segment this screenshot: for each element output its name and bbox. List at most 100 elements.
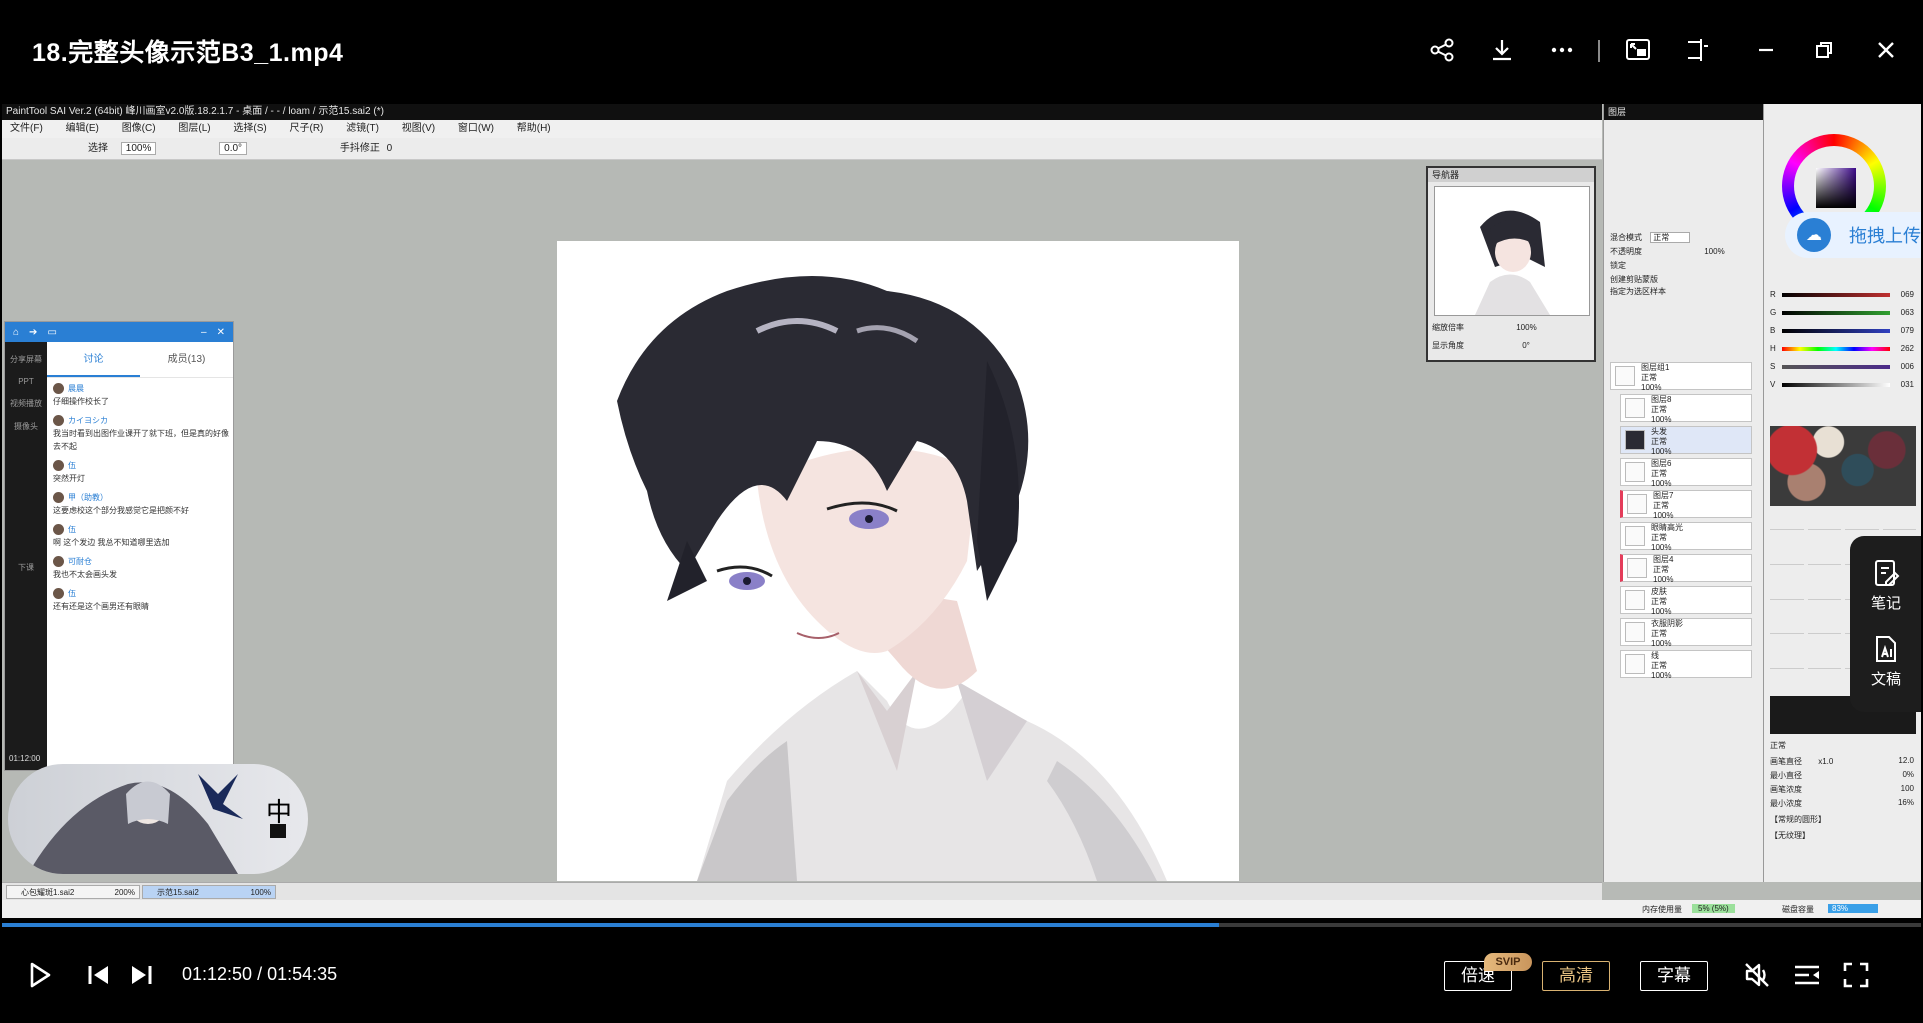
layer-name: 图层4 <box>1653 555 1674 564</box>
brush-density-value[interactable]: 100 <box>1901 784 1914 793</box>
color-slider-s[interactable]: S 006 <box>1770 362 1916 372</box>
brush-slot[interactable] <box>1807 618 1841 635</box>
brush-slot[interactable] <box>1770 618 1804 635</box>
saturation-value-square[interactable] <box>1816 168 1856 208</box>
disk-usage-value: 83% <box>1828 904 1879 913</box>
sai-menu-edit: 编辑(E) <box>65 123 99 134</box>
color-swatch-palette[interactable] <box>1770 426 1916 506</box>
pin-window-icon[interactable] <box>1676 30 1716 70</box>
layer-item[interactable]: 图层6 正常 100% <box>1620 458 1752 488</box>
color-slider-h[interactable]: H 262 <box>1770 344 1916 354</box>
tab-members[interactable]: 成员(13) <box>140 342 233 377</box>
chat-forward-icon[interactable]: ➔ <box>29 327 37 338</box>
drag-upload-button[interactable]: ☁ 拖拽上传 <box>1785 212 1921 258</box>
brush-min-size-value[interactable]: 0% <box>1902 770 1914 779</box>
layer-mode: 正常 <box>1651 661 1667 670</box>
clip-mask-checkbox[interactable]: 创建剪贴蒙版 <box>1610 275 1658 284</box>
fullscreen-button[interactable] <box>1842 955 1870 995</box>
blend-mode-select[interactable]: 正常 <box>1650 232 1691 243</box>
layer-item[interactable]: 衣服阴影 正常 100% <box>1620 618 1752 648</box>
title-bar-divider <box>1598 40 1600 62</box>
video-frame[interactable]: PaintTool SAI Ver.2 (64bit) 峰川画室v2.0版.18… <box>2 104 1921 918</box>
chat-user: 伍 <box>68 461 76 470</box>
layer-group[interactable]: 图层组1 正常 100% <box>1610 362 1752 392</box>
chat-message: カイヨシカ 我当时看到出图作业课开了就下班，但是真的好像去不起 <box>53 414 229 453</box>
more-icon[interactable] <box>1542 30 1582 70</box>
chat-close-icon[interactable]: ✕ <box>217 327 225 338</box>
brush-min-size-label: 最小直径 <box>1770 771 1802 780</box>
slider-label: S <box>1770 362 1776 371</box>
brush-size-scale[interactable]: x1.0 <box>1818 757 1833 766</box>
draft-button[interactable]: 文稿 <box>1850 634 1921 689</box>
layer-item[interactable]: 线正常 100% <box>1620 650 1752 680</box>
brush-slot[interactable] <box>1770 653 1804 670</box>
share-icon[interactable] <box>1422 30 1462 70</box>
layers-panel-title: 图层 <box>1604 104 1763 120</box>
layer-item[interactable]: 皮肤 正常 100% <box>1620 586 1752 616</box>
brush-slot[interactable] <box>1807 549 1841 565</box>
sai-menu-bar: 文件(F) 编辑(E) 图像(C) 图层(L) 选择(S) 尺子(R) 滤镜(T… <box>2 120 1602 138</box>
brush-shape-select[interactable]: 【常规的圆形】 <box>1770 814 1916 825</box>
layer-mode: 正常 <box>1651 405 1667 414</box>
color-slider-r[interactable]: R 069 <box>1770 290 1916 300</box>
slider-value: 079 <box>1900 326 1914 335</box>
blend-mode-row: 混合模式 正常 <box>1610 232 1756 243</box>
minimize-icon[interactable] <box>1746 30 1786 70</box>
chat-user: 甲（助教） <box>68 493 108 502</box>
close-icon[interactable] <box>1866 30 1906 70</box>
brush-slot[interactable] <box>1882 514 1916 530</box>
video-play-button[interactable]: 视频播放 <box>5 398 47 409</box>
brush-slot[interactable] <box>1807 653 1841 670</box>
brush-slot[interactable] <box>1807 514 1841 530</box>
camera-button[interactable]: 摄像头 <box>5 421 47 432</box>
avatar <box>53 460 64 471</box>
disk-usage-label: 磁盘容量 <box>1782 905 1814 914</box>
restore-icon[interactable] <box>1804 30 1844 70</box>
brush-slot[interactable] <box>1770 584 1804 600</box>
sai-menu-view: 视图(V) <box>401 123 436 134</box>
file-tab-active[interactable]: 示范15.sai2 100% <box>142 885 276 899</box>
brush-slot[interactable] <box>1770 549 1804 565</box>
layer-name: 头发 <box>1651 427 1667 436</box>
brush-slot[interactable] <box>1807 584 1841 600</box>
brush-size-value[interactable]: 12.0 <box>1898 756 1914 765</box>
layer-item[interactable]: 图层8 正常 100% <box>1620 394 1752 424</box>
file-tab[interactable]: 心包耀斑1.sai2 200% <box>6 885 140 899</box>
chat-user: 伍 <box>68 525 76 534</box>
next-button[interactable] <box>128 955 154 995</box>
download-icon[interactable] <box>1482 30 1522 70</box>
brush-mode-select[interactable]: 正常 <box>1770 741 1786 750</box>
chat-message: 甲（助教） 这要虑校这个部分我感觉它是把颜不好 <box>53 491 229 517</box>
layer-name: 图层8 <box>1651 395 1672 404</box>
layer-item-selected[interactable]: 头发 正常 100% <box>1620 426 1752 456</box>
sai-menu-window: 窗口(W) <box>457 123 494 134</box>
selection-source-checkbox[interactable]: 指定为选区样本 <box>1610 287 1666 296</box>
share-screen-button[interactable]: 分享屏幕 <box>5 354 47 365</box>
notes-button[interactable]: 笔记 <box>1850 558 1921 613</box>
play-button[interactable] <box>28 955 52 995</box>
brush-slot[interactable] <box>1770 514 1804 530</box>
chat-minimize-icon[interactable]: – <box>201 327 207 338</box>
subtitle-button[interactable]: 字幕 <box>1640 961 1708 991</box>
brush-min-density-value[interactable]: 16% <box>1898 798 1914 807</box>
color-slider-v[interactable]: V 031 <box>1770 380 1916 390</box>
mute-button[interactable] <box>1742 955 1772 995</box>
playlist-button[interactable] <box>1792 955 1822 995</box>
chat-window-icon[interactable]: ▭ <box>47 327 56 338</box>
layer-item[interactable]: 图层7 正常 100% <box>1620 490 1752 520</box>
color-slider-b[interactable]: B 079 <box>1770 326 1916 336</box>
picture-in-picture-icon[interactable] <box>1618 30 1658 70</box>
previous-button[interactable] <box>86 955 112 995</box>
color-slider-g[interactable]: G 063 <box>1770 308 1916 318</box>
end-class-button[interactable]: 下课 <box>5 562 47 573</box>
chat-home-icon[interactable]: ⌂ <box>13 327 19 338</box>
brush-slot[interactable] <box>1845 514 1879 530</box>
tab-discussion[interactable]: 讨论 <box>47 342 140 377</box>
brush-size-label: 画笔直径 <box>1770 757 1802 766</box>
quality-button[interactable]: 高清 <box>1542 961 1610 991</box>
ppt-button[interactable]: PPT <box>5 377 47 386</box>
brush-texture-select[interactable]: 【无纹理】 <box>1770 830 1916 841</box>
layer-item[interactable]: 图层4 正常 100% <box>1620 554 1752 584</box>
playback-progress-bar[interactable] <box>2 923 1921 927</box>
layer-item[interactable]: 眼睛高光 正常 100% <box>1620 522 1752 552</box>
